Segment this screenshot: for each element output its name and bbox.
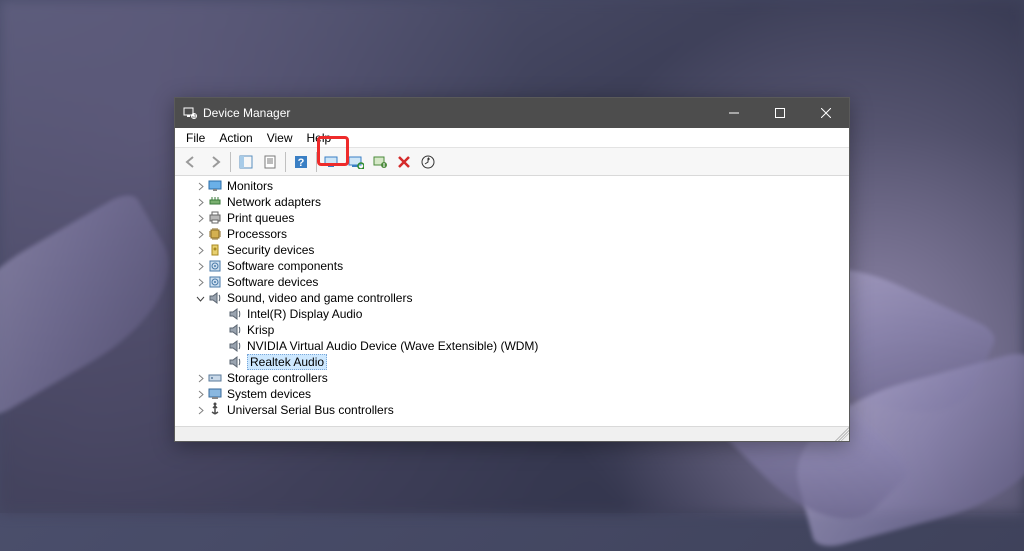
tree-item[interactable]: Universal Serial Bus controllers: [175, 402, 849, 418]
tree-item[interactable]: System devices: [175, 386, 849, 402]
system-icon: [207, 386, 223, 402]
app-icon: [183, 106, 197, 120]
tree-item[interactable]: Software components: [175, 258, 849, 274]
tree-item-label: Universal Serial Bus controllers: [227, 403, 394, 417]
sound-icon: [207, 290, 223, 306]
sound-icon: [227, 338, 243, 354]
tree-item-label: System devices: [227, 387, 311, 401]
tree-item[interactable]: Intel(R) Display Audio: [175, 306, 849, 322]
sound-icon: [227, 322, 243, 338]
tree-item[interactable]: Storage controllers: [175, 370, 849, 386]
expand-arrow-icon[interactable]: [193, 262, 207, 271]
update-driver-button[interactable]: [321, 151, 343, 173]
tree-item-label: Realtek Audio: [247, 354, 327, 370]
device-manager-window: Device Manager File Action View Help ? M…: [174, 97, 850, 442]
tree-item-label: Monitors: [227, 179, 273, 193]
expand-arrow-icon[interactable]: [193, 230, 207, 239]
tree-item-label: Software devices: [227, 275, 318, 289]
tree-item-label: Security devices: [227, 243, 314, 257]
disable-device-button[interactable]: [393, 151, 415, 173]
window-title: Device Manager: [203, 106, 711, 120]
menu-view[interactable]: View: [260, 129, 300, 147]
expand-arrow-icon[interactable]: [193, 278, 207, 287]
collapse-arrow-icon[interactable]: [193, 294, 207, 303]
back-button[interactable]: [180, 151, 202, 173]
monitor-icon: [207, 178, 223, 194]
tree-item-label: Storage controllers: [227, 371, 328, 385]
tree-item[interactable]: Monitors: [175, 178, 849, 194]
software-icon: [207, 274, 223, 290]
scan-for-changes-button[interactable]: [417, 151, 439, 173]
tree-item[interactable]: Processors: [175, 226, 849, 242]
expand-arrow-icon[interactable]: [193, 182, 207, 191]
menu-help[interactable]: Help: [300, 129, 339, 147]
usb-icon: [207, 402, 223, 418]
tree-item[interactable]: Krisp: [175, 322, 849, 338]
svg-text:?: ?: [298, 157, 305, 169]
toolbar-separator: [230, 152, 231, 172]
toolbar-separator: [316, 152, 317, 172]
statusbar: [175, 426, 849, 441]
scan-hardware-button[interactable]: [345, 151, 367, 173]
toolbar: ?: [175, 148, 849, 176]
network-icon: [207, 194, 223, 210]
expand-arrow-icon[interactable]: [193, 374, 207, 383]
sound-icon: [227, 306, 243, 322]
tree-item[interactable]: Network adapters: [175, 194, 849, 210]
tree-item[interactable]: Print queues: [175, 210, 849, 226]
expand-arrow-icon[interactable]: [193, 406, 207, 415]
tree-item-label: NVIDIA Virtual Audio Device (Wave Extens…: [247, 339, 538, 353]
sound-icon: [227, 354, 243, 370]
titlebar[interactable]: Device Manager: [175, 98, 849, 128]
tree-item-label: Krisp: [247, 323, 274, 337]
tree-item[interactable]: Software devices: [175, 274, 849, 290]
software-icon: [207, 258, 223, 274]
expand-arrow-icon[interactable]: [193, 390, 207, 399]
menubar: File Action View Help: [175, 128, 849, 148]
tree-item-label: Software components: [227, 259, 343, 273]
tree-item[interactable]: Security devices: [175, 242, 849, 258]
menu-action[interactable]: Action: [212, 129, 259, 147]
tree-item-label: Processors: [227, 227, 287, 241]
properties-button[interactable]: [259, 151, 281, 173]
maximize-button[interactable]: [757, 98, 803, 128]
expand-arrow-icon[interactable]: [193, 198, 207, 207]
tree-item[interactable]: Realtek Audio: [175, 354, 849, 370]
tree-item[interactable]: Sound, video and game controllers: [175, 290, 849, 306]
uninstall-device-button[interactable]: [369, 151, 391, 173]
tree-item-label: Intel(R) Display Audio: [247, 307, 362, 321]
forward-button[interactable]: [204, 151, 226, 173]
close-button[interactable]: [803, 98, 849, 128]
help-button[interactable]: ?: [290, 151, 312, 173]
tree-item-label: Sound, video and game controllers: [227, 291, 412, 305]
security-icon: [207, 242, 223, 258]
cpu-icon: [207, 226, 223, 242]
device-tree[interactable]: Monitors Network adapters Print queues Proc…: [175, 176, 849, 426]
tree-item-label: Network adapters: [227, 195, 321, 209]
minimize-button[interactable]: [711, 98, 757, 128]
toolbar-separator: [285, 152, 286, 172]
expand-arrow-icon[interactable]: [193, 246, 207, 255]
tree-item-label: Print queues: [227, 211, 294, 225]
tree-item[interactable]: NVIDIA Virtual Audio Device (Wave Extens…: [175, 338, 849, 354]
show-hide-console-tree-button[interactable]: [235, 151, 257, 173]
storage-icon: [207, 370, 223, 386]
menu-file[interactable]: File: [179, 129, 212, 147]
expand-arrow-icon[interactable]: [193, 214, 207, 223]
printer-icon: [207, 210, 223, 226]
